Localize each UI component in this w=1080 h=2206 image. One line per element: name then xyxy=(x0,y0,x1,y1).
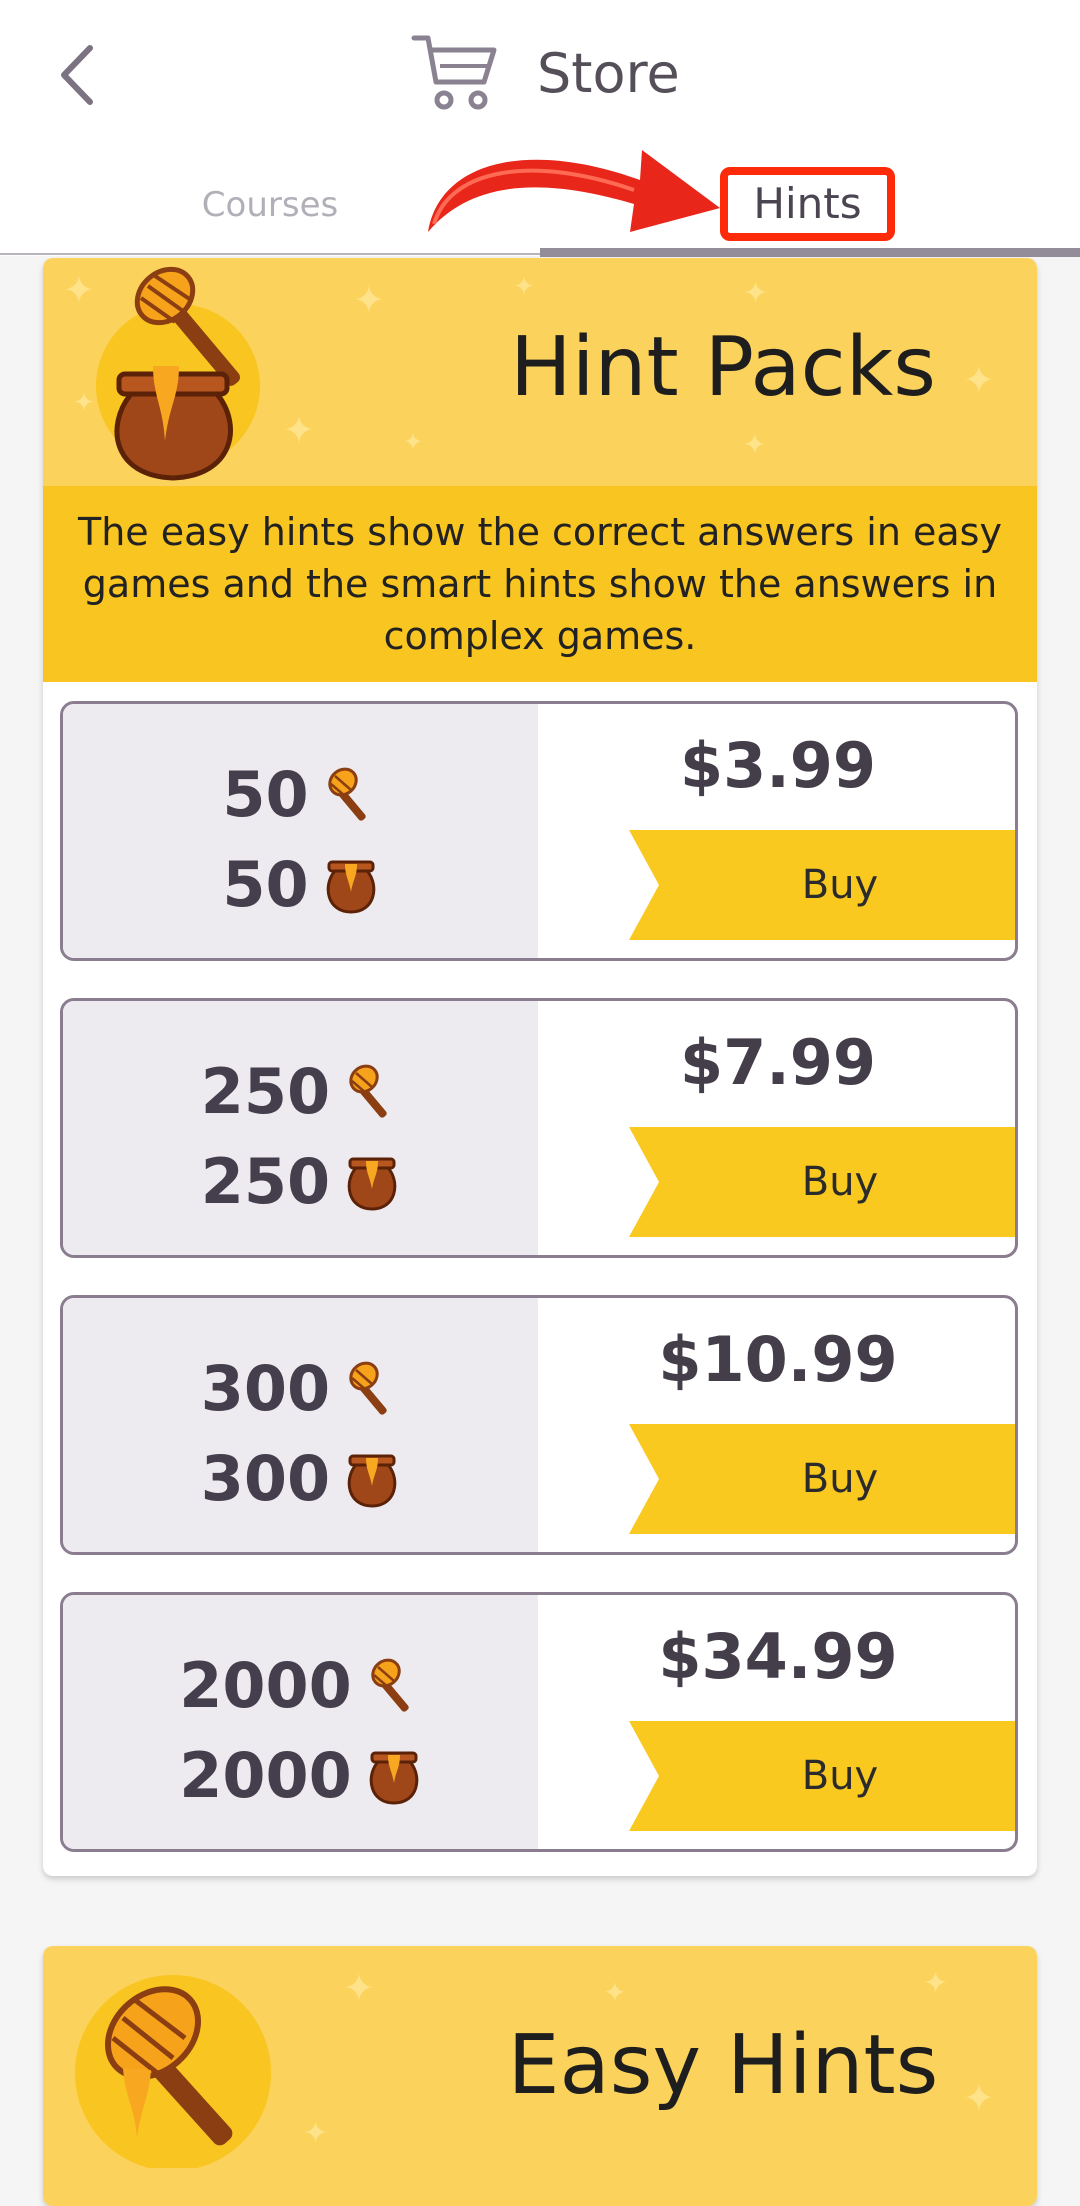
red-arrow-icon xyxy=(428,150,720,232)
honey-dipper-icon xyxy=(349,1064,387,1118)
pack-price: $10.99 xyxy=(658,1323,898,1396)
hint-pack-row: 2000 2000 $34.99 Buy xyxy=(60,1592,1018,1852)
smart-hint-quantity: 250 xyxy=(63,1141,538,1221)
smart-hint-count: 50 xyxy=(222,847,309,921)
sparkle-icon: ✦ xyxy=(743,276,769,311)
active-tab-indicator xyxy=(540,248,1080,257)
easy-hint-count: 2000 xyxy=(179,1648,352,1722)
sparkle-icon: ✦ xyxy=(603,1976,627,2009)
sparkle-icon: ✦ xyxy=(73,388,95,418)
easy-hint-quantity: 2000 xyxy=(63,1645,538,1725)
easy-hints-card: ✦ ✦ ✦ ✦ ✦ Easy Hints xyxy=(43,1946,1037,2206)
honey-pot-icon xyxy=(369,1751,419,1805)
honey-dipper-icon xyxy=(327,767,366,821)
hint-packs-banner: ✦ ✦ ✦ ✦ ✦ ✦ ✦ ✦ ✦ Hint Packs xyxy=(43,258,1037,486)
hint-pack-row: 300 300 $10.99 Buy xyxy=(60,1295,1018,1555)
app-header: Store Courses Hints xyxy=(0,0,1080,257)
easy-hint-quantity: 300 xyxy=(63,1348,538,1428)
smart-hint-count: 250 xyxy=(200,1144,331,1218)
hint-pack-row: 50 50 $3.99 Buy xyxy=(60,701,1018,961)
pack-price: $34.99 xyxy=(658,1620,898,1693)
hint-packs-title: Hint Packs xyxy=(510,320,936,415)
pack-quantities: 50 50 xyxy=(63,704,538,958)
sparkle-icon: ✦ xyxy=(63,268,95,312)
buy-button[interactable]: Buy xyxy=(629,1424,1015,1534)
sparkle-icon: ✦ xyxy=(283,408,315,452)
hint-packs-card: ✦ ✦ ✦ ✦ ✦ ✦ ✦ ✦ ✦ Hint Packs The easy hi… xyxy=(43,258,1037,1876)
sparkle-icon: ✦ xyxy=(923,1966,949,2001)
buy-button-label: Buy xyxy=(801,1456,879,1502)
sparkle-icon: ✦ xyxy=(403,428,424,456)
cart-icon xyxy=(411,35,497,110)
honey-pot-icon xyxy=(347,1157,397,1211)
buy-button[interactable]: Buy xyxy=(629,830,1015,940)
easy-hint-quantity: 50 xyxy=(63,754,538,834)
tab-hints[interactable]: Hints xyxy=(720,167,895,241)
pack-quantities: 2000 2000 xyxy=(63,1595,538,1849)
sparkle-icon: ✦ xyxy=(303,2116,329,2151)
easy-hints-title: Easy Hints xyxy=(507,2018,939,2113)
honey-pot-icon xyxy=(96,266,260,481)
smart-hint-quantity: 50 xyxy=(63,844,538,924)
sparkle-icon: ✦ xyxy=(343,1966,375,2010)
sparkle-icon: ✦ xyxy=(353,278,385,322)
easy-hint-count: 300 xyxy=(200,1351,331,1425)
pack-price: $3.99 xyxy=(679,729,877,802)
buy-button[interactable]: Buy xyxy=(629,1721,1015,1831)
buy-button-label: Buy xyxy=(801,862,879,908)
easy-hint-quantity: 250 xyxy=(63,1051,538,1131)
smart-hint-quantity: 300 xyxy=(63,1438,538,1518)
honey-dipper-icon xyxy=(75,1975,271,2168)
buy-button-label: Buy xyxy=(801,1159,879,1205)
sparkle-icon: ✦ xyxy=(743,428,767,461)
sparkle-icon: ✦ xyxy=(513,272,535,302)
easy-hints-banner: ✦ ✦ ✦ ✦ ✦ Easy Hints xyxy=(43,1946,1037,2206)
easy-hint-count: 250 xyxy=(200,1054,331,1128)
pack-price: $7.99 xyxy=(679,1026,877,1099)
buy-button[interactable]: Buy xyxy=(629,1127,1015,1237)
smart-hint-quantity: 2000 xyxy=(63,1735,538,1815)
easy-hint-count: 50 xyxy=(222,757,309,831)
honey-dipper-icon xyxy=(371,1658,409,1712)
hint-packs-description: The easy hints show the correct answers … xyxy=(43,486,1037,682)
pack-quantities: 250 250 xyxy=(63,1001,538,1255)
buy-button-label: Buy xyxy=(801,1753,879,1799)
honey-pot-icon xyxy=(347,1454,397,1508)
honey-pot-icon xyxy=(326,860,375,914)
tab-courses[interactable]: Courses xyxy=(150,180,390,230)
smart-hint-count: 300 xyxy=(200,1441,331,1515)
page-title: Store xyxy=(537,42,680,105)
honey-dipper-icon xyxy=(349,1361,387,1415)
hint-pack-row: 250 250 $7.99 Buy xyxy=(60,998,1018,1258)
back-chevron-icon[interactable] xyxy=(50,40,110,110)
smart-hint-count: 2000 xyxy=(179,1738,352,1812)
pack-quantities: 300 300 xyxy=(63,1298,538,1552)
